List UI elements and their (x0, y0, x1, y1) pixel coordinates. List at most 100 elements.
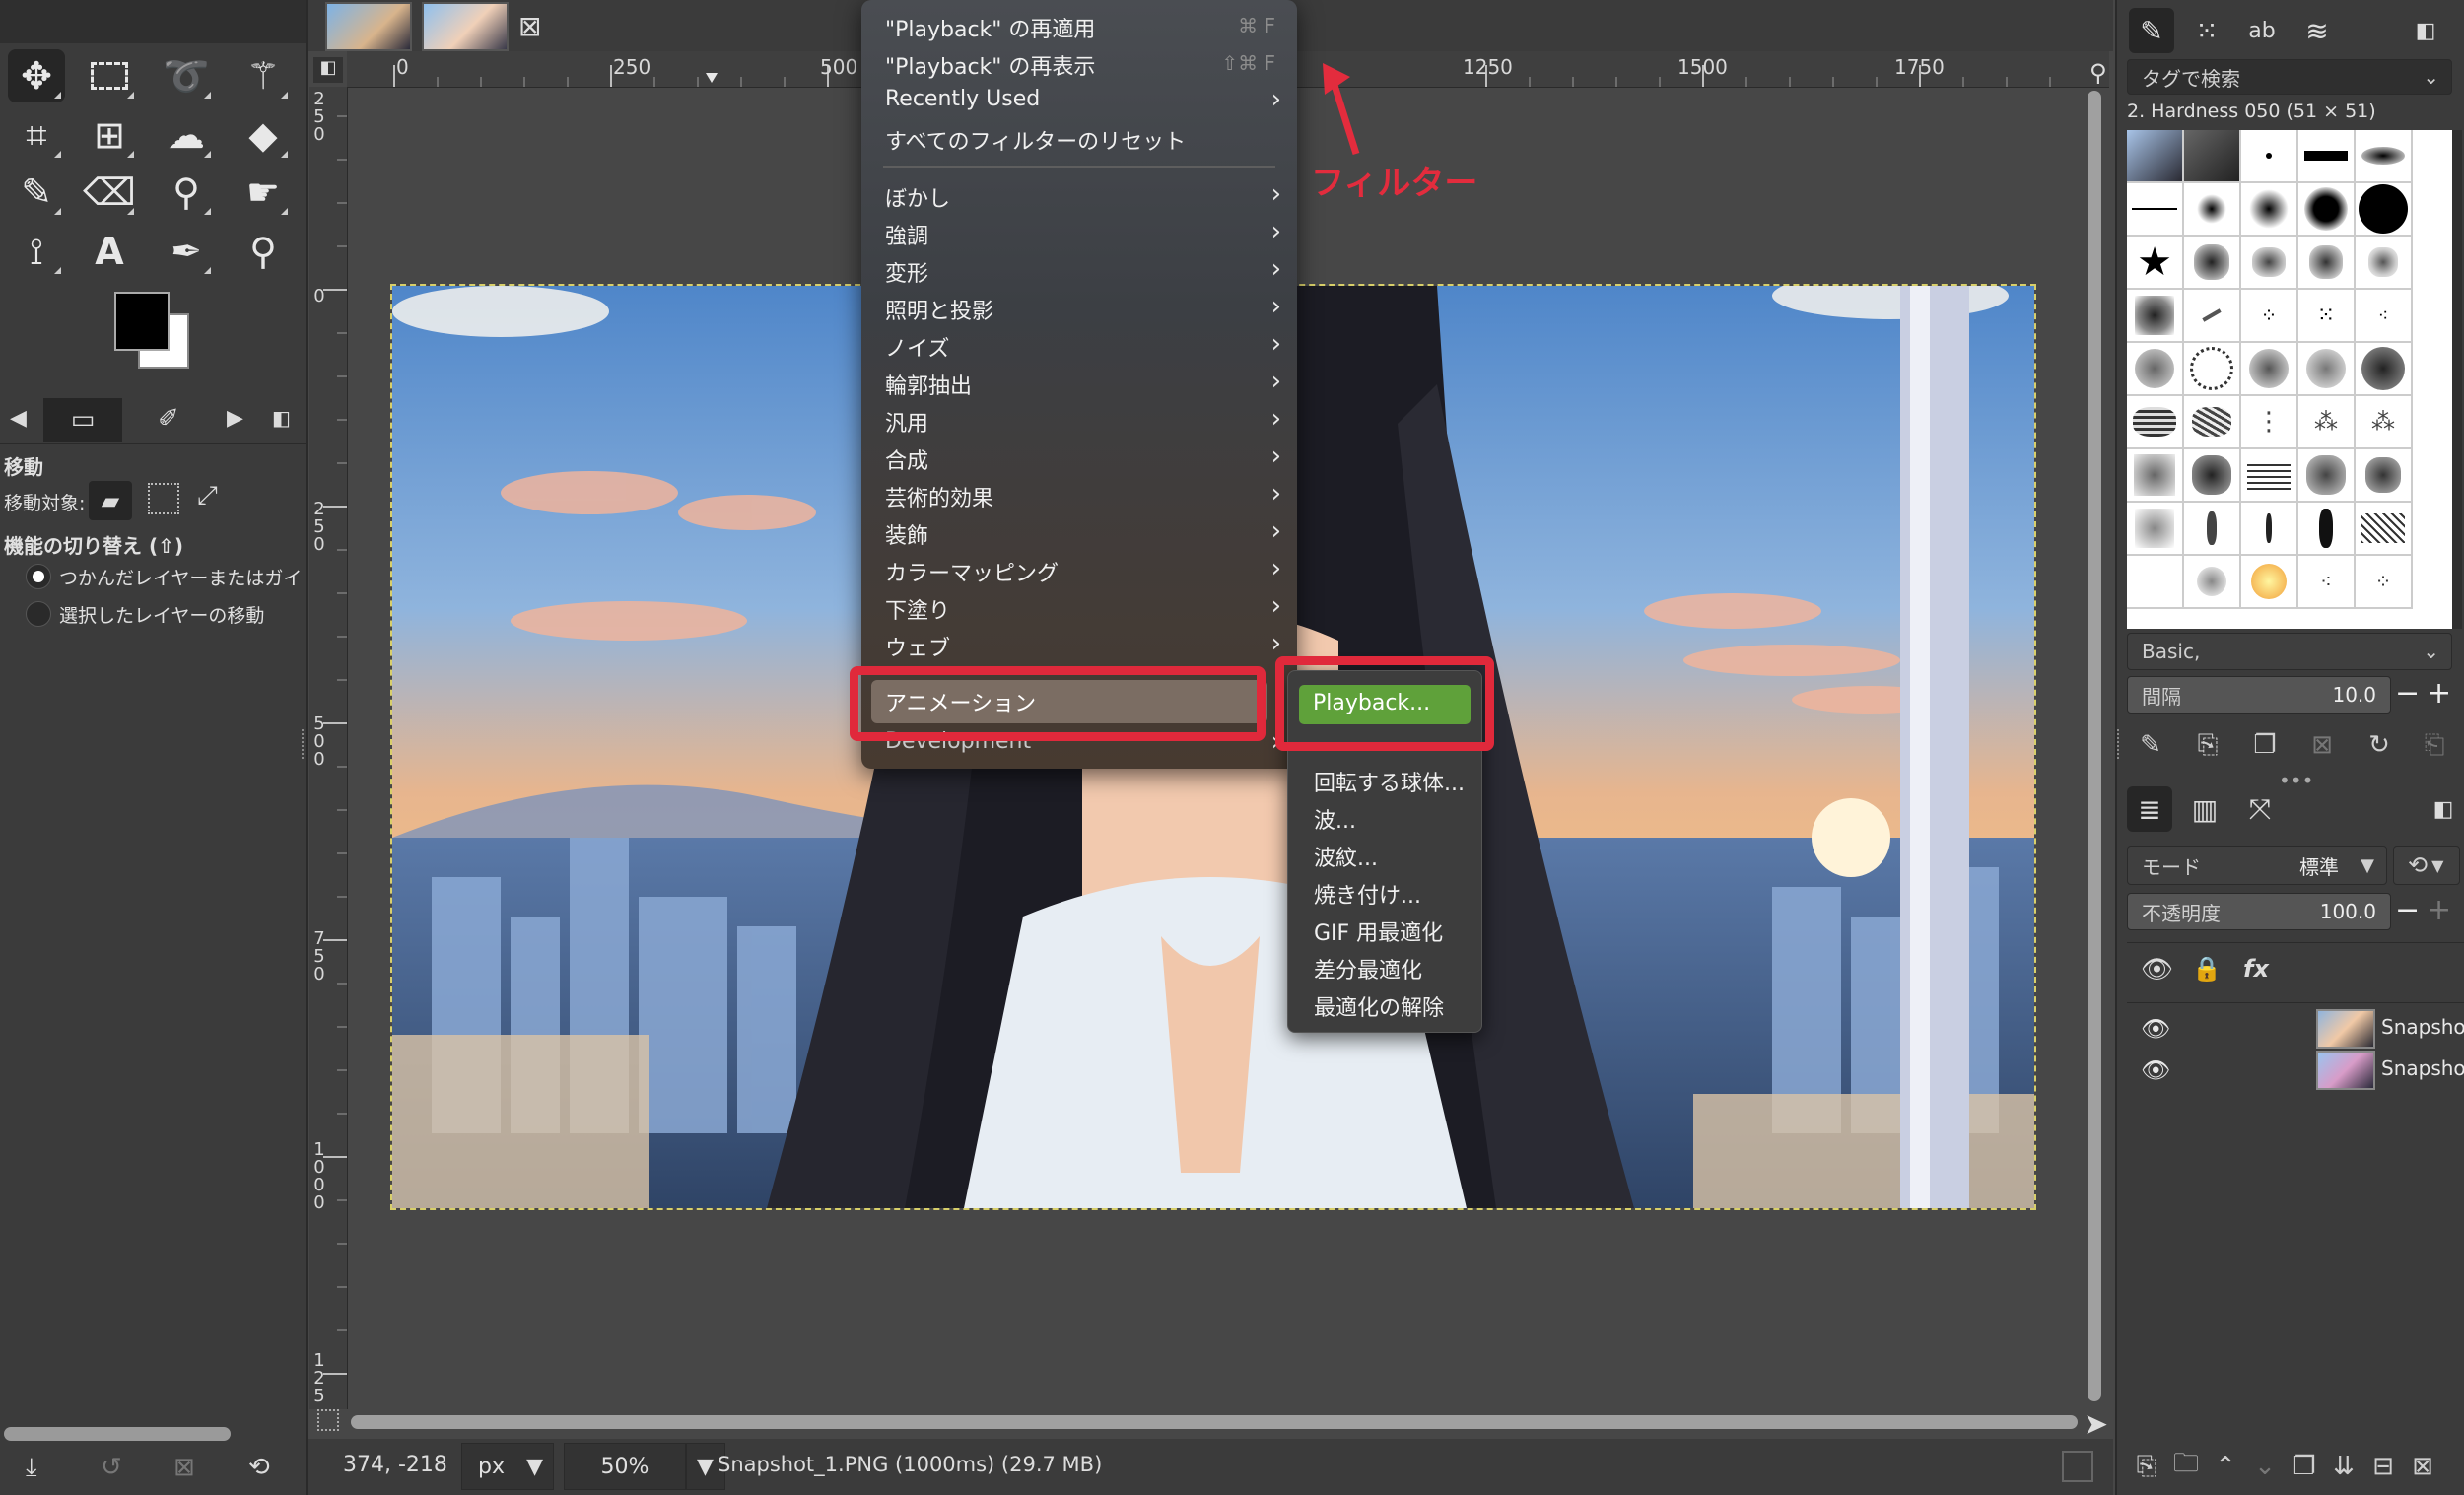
transform-tool-icon[interactable]: ⊞ (81, 108, 138, 162)
warp-tool-icon[interactable]: ☁ (158, 108, 215, 162)
submenu-item-unoptimize[interactable]: 最適化の解除 (1314, 990, 1444, 1022)
menu-item-generic[interactable]: 汎用 (885, 406, 928, 440)
edit-brush-icon[interactable]: ✎ (2131, 725, 2170, 765)
submenu-item-ripple[interactable]: 波紋... (1314, 841, 1378, 872)
paintbrush-tool-icon[interactable]: ✎ (8, 166, 65, 219)
layer-row[interactable]: 👁 Snapshot (2127, 1007, 2464, 1049)
brush-thumb[interactable] (2127, 556, 2184, 609)
brush-thumb[interactable] (2298, 503, 2356, 556)
gradients-tab-icon[interactable]: ≋ (2294, 8, 2340, 53)
save-options-icon[interactable]: ⤓ (26, 1453, 37, 1483)
new-layer-icon[interactable]: ⎘ (2127, 1447, 2166, 1486)
menu-item-web[interactable]: ウェブ (885, 631, 950, 664)
menu-item-decor[interactable]: 装飾 (885, 518, 928, 552)
brush-thumb[interactable] (2127, 183, 2184, 237)
dock-resize-handle[interactable] (2117, 729, 2123, 759)
brush-thumb[interactable] (2356, 343, 2413, 396)
layers-tab-icon[interactable]: ≣ (2127, 786, 2172, 832)
menu-item-light-shadow[interactable]: 照明と投影 (885, 294, 993, 327)
brush-thumb[interactable]: ⁘ (2356, 556, 2413, 609)
layers-dock-menu-icon[interactable]: ◧ (2421, 786, 2464, 832)
open-brush-as-image-icon[interactable]: ⎗ (2415, 725, 2454, 765)
eye-icon[interactable]: 👁 (2141, 1056, 2170, 1084)
zoom-tool-icon[interactable]: ⚲ (235, 225, 292, 278)
clone-tool-icon[interactable]: ⚲ (158, 166, 215, 219)
lower-layer-icon[interactable]: ⌄ (2245, 1447, 2285, 1486)
brush-thumb[interactable] (2356, 183, 2413, 237)
submenu-item-spinning-globe[interactable]: 回転する球体... (1314, 766, 1465, 797)
brush-thumb[interactable] (2241, 130, 2298, 183)
channels-tab-icon[interactable]: ▥ (2182, 786, 2227, 832)
opacity-slider[interactable]: 不透明度 100.0 (2127, 893, 2391, 930)
spacing-slider[interactable]: 間隔 10.0 (2127, 676, 2391, 714)
opacity-decrease-button[interactable]: − (2395, 893, 2420, 927)
fuzzy-select-tool-icon[interactable]: ⚚ (235, 49, 292, 102)
brush-preset-select[interactable]: Basic, ⌄ (2127, 633, 2452, 670)
layer-mode-select[interactable]: モード 標準 ▼ (2127, 846, 2387, 885)
eye-icon[interactable]: 👁 (2141, 955, 2173, 985)
unit-select[interactable]: px ▼ (461, 1443, 554, 1490)
radio-move-active-layer[interactable] (26, 601, 51, 627)
zoom-field[interactable]: 50% (564, 1443, 686, 1490)
move-selection-mode-icon[interactable] (148, 483, 179, 514)
canvas-horizontal-scroll-thumb[interactable] (351, 1415, 2078, 1429)
submenu-item-optimize-gif[interactable]: GIF 用最適化 (1314, 916, 1443, 947)
brushes-tab-icon[interactable]: ✎ (2129, 8, 2174, 53)
brush-thumb[interactable]: ⁙ (2298, 290, 2356, 343)
tag-search-input[interactable]: タグで検索 ⌄ (2127, 59, 2452, 95)
spacing-increase-button[interactable]: + (2427, 676, 2451, 711)
spacing-decrease-button[interactable]: − (2395, 676, 2420, 711)
new-brush-icon[interactable]: ⎘ (2188, 725, 2227, 765)
brush-thumb[interactable] (2241, 449, 2298, 503)
fonts-tab-icon[interactable]: ab (2239, 8, 2285, 53)
menu-item-distorts[interactable]: 変形 (885, 256, 928, 290)
dock-menu-icon[interactable]: ◧ (2403, 8, 2448, 53)
zoom-navigate-icon[interactable]: ⚲ (2089, 59, 2107, 87)
bucket-fill-tool-icon[interactable]: ◆ (235, 108, 292, 162)
brush-thumb[interactable] (2184, 290, 2241, 343)
move-path-mode-icon[interactable]: ⤢ (197, 481, 218, 511)
menu-item-render[interactable]: 下塗り (885, 593, 950, 627)
brush-thumb[interactable]: ⁂ (2298, 396, 2356, 449)
brush-grid[interactable]: ★ ⁘ ⁙ ⁖ ⋮ ⁂ ⁂ ⁖ ⁘ (2127, 130, 2452, 629)
brush-thumb[interactable] (2184, 237, 2241, 290)
brush-thumb[interactable] (2298, 343, 2356, 396)
menu-item-reshow[interactable]: "Playback" の再表示 (885, 49, 1095, 83)
rect-select-tool-icon[interactable] (81, 49, 138, 102)
move-layer-mode-icon[interactable]: ▰ (89, 481, 132, 520)
brush-thumb[interactable] (2127, 290, 2184, 343)
layer-composite-select[interactable]: ⟲ ▼ (2393, 846, 2460, 885)
lasso-tool-icon[interactable]: ➰ (158, 49, 215, 102)
restore-options-icon[interactable]: ↺ (101, 1453, 122, 1482)
duplicate-brush-icon[interactable]: ❐ (2245, 725, 2285, 765)
tool-options-tab-icon[interactable]: ▭ (43, 398, 122, 442)
brush-thumb[interactable] (2356, 503, 2413, 556)
menu-item-enhance[interactable]: 強調 (885, 219, 928, 252)
layer-row[interactable]: 👁 Snapshot (2127, 1049, 2464, 1090)
brush-thumb[interactable] (2127, 343, 2184, 396)
brush-thumb[interactable]: ⁂ (2356, 396, 2413, 449)
reset-options-icon[interactable]: ⟲ (248, 1453, 270, 1482)
brush-thumb[interactable] (2241, 237, 2298, 290)
image-tab-1[interactable] (325, 2, 412, 51)
menu-item-reset-all-filters[interactable]: すべてのフィルターのリセット (885, 124, 1186, 158)
merge-layer-icon[interactable]: ⇊ (2324, 1447, 2363, 1486)
text-tool-icon[interactable]: A (81, 225, 138, 278)
navigate-icon[interactable]: ➤ (2084, 1407, 2108, 1442)
menu-item-edge-detect[interactable]: 輪郭抽出 (885, 369, 972, 402)
smudge-tool-icon[interactable]: ☛ (235, 166, 292, 219)
brush-thumb[interactable]: ⁘ (2241, 290, 2298, 343)
close-tab-icon[interactable]: ⊠ (518, 10, 541, 42)
submenu-item-burn-in[interactable]: 焼き付け... (1314, 878, 1421, 910)
brush-thumb[interactable] (2298, 449, 2356, 503)
image-tab-2[interactable] (422, 2, 509, 51)
menu-item-reapply[interactable]: "Playback" の再適用 (885, 12, 1095, 45)
brush-thumb[interactable] (2298, 237, 2356, 290)
brush-thumb[interactable] (2241, 343, 2298, 396)
brush-thumb[interactable] (2356, 449, 2413, 503)
canvas-vertical-scroll-thumb[interactable] (2088, 91, 2101, 1401)
toggle-selection-icon[interactable] (317, 1409, 339, 1431)
brush-thumb[interactable] (2356, 237, 2413, 290)
brush-thumb[interactable] (2184, 396, 2241, 449)
foreground-color-swatch[interactable] (114, 292, 170, 351)
